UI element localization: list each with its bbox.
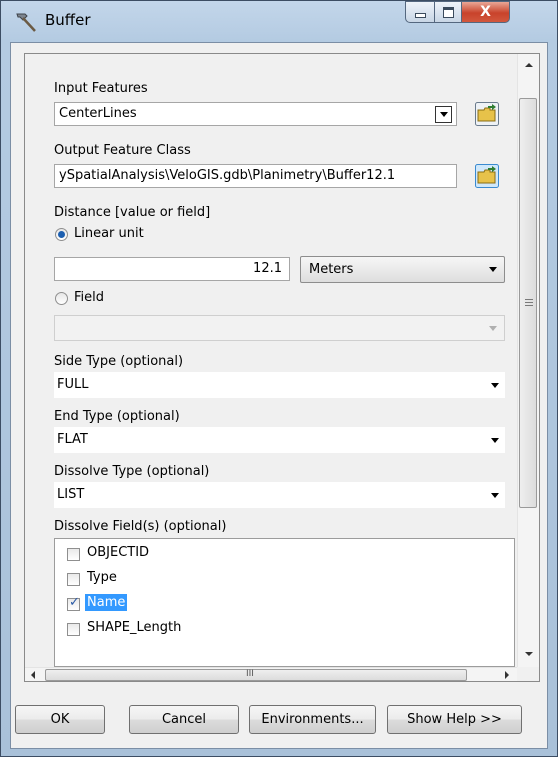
- parameters-pane: Input Features CenterLines Output Featur…: [24, 53, 540, 682]
- maximize-icon: [442, 6, 454, 18]
- input-features-dropdown-button[interactable]: [435, 106, 452, 123]
- end-type-value: FLAT: [57, 432, 88, 447]
- scroll-up-icon[interactable]: [525, 63, 533, 67]
- buffer-window: Buffer X Input Features CenterLines Outp…: [0, 0, 558, 757]
- show-help-button[interactable]: Show Help >>: [387, 705, 522, 734]
- dialog-client-area: Input Features CenterLines Output Featur…: [10, 42, 548, 749]
- field-label: Field: [74, 290, 105, 305]
- title-bar[interactable]: Buffer X: [1, 1, 557, 41]
- scroll-right-icon[interactable]: [505, 671, 509, 679]
- side-type-select[interactable]: FULL: [54, 372, 505, 398]
- output-feature-class-label: Output Feature Class: [54, 143, 191, 158]
- dissolve-type-select[interactable]: LIST: [54, 482, 505, 508]
- cancel-button[interactable]: Cancel: [129, 705, 239, 734]
- ok-button[interactable]: OK: [15, 705, 105, 734]
- hammer-tool-icon: [16, 13, 36, 32]
- distance-value-input[interactable]: 12.1: [54, 257, 290, 281]
- distance-value: 12.1: [253, 261, 282, 276]
- list-item[interactable]: SHAPE_Length: [87, 620, 181, 635]
- scrollbar-corner: [517, 667, 539, 681]
- distance-label: Distance [value or field]: [54, 205, 211, 220]
- end-type-select[interactable]: FLAT: [54, 427, 505, 453]
- scroll-down-icon[interactable]: [525, 652, 533, 656]
- list-item[interactable]: OBJECTID: [87, 545, 149, 560]
- dissolve-type-value: LIST: [57, 487, 85, 502]
- chevron-down-icon: [491, 493, 499, 498]
- grip-icon: III: [246, 669, 254, 679]
- window-title: Buffer: [45, 11, 91, 29]
- scroll-left-icon[interactable]: [31, 671, 35, 679]
- vertical-scrollbar[interactable]: [517, 54, 539, 667]
- chevron-down-icon: [439, 112, 448, 117]
- dissolve-type-label: Dissolve Type (optional): [54, 464, 210, 479]
- minimize-icon: [414, 12, 426, 18]
- name-checkbox[interactable]: ✓: [67, 595, 80, 611]
- list-item[interactable]: Type: [87, 570, 117, 585]
- linear-unit-value: Meters: [309, 262, 354, 277]
- grip-icon: [525, 299, 533, 300]
- type-checkbox[interactable]: [67, 573, 80, 586]
- input-features-combobox[interactable]: CenterLines: [54, 102, 457, 126]
- browse-folder-icon[interactable]: [475, 102, 499, 126]
- dissolve-fields-list[interactable]: OBJECTID Type ✓ Name SHAPE_Length: [54, 538, 515, 667]
- close-button[interactable]: X: [461, 1, 510, 23]
- side-type-label: Side Type (optional): [54, 354, 184, 369]
- chevron-down-icon: [491, 383, 499, 388]
- parameters-content: Input Features CenterLines Output Featur…: [25, 54, 517, 667]
- input-features-label: Input Features: [54, 81, 148, 96]
- checkmark-icon: ✓: [69, 595, 80, 610]
- chevron-down-icon: [489, 326, 497, 331]
- end-type-label: End Type (optional): [54, 409, 180, 424]
- environments-button[interactable]: Environments...: [249, 705, 376, 734]
- maximize-button[interactable]: [434, 1, 462, 23]
- vertical-scroll-thumb[interactable]: [519, 98, 537, 508]
- output-feature-class-value: ySpatialAnalysis\VeloGIS.gdb\Planimetry\…: [59, 168, 396, 183]
- field-select: [54, 315, 505, 341]
- shape-length-checkbox[interactable]: [67, 623, 80, 636]
- side-type-value: FULL: [57, 377, 89, 392]
- radio-selected-dot: [58, 231, 65, 238]
- output-feature-class-field[interactable]: ySpatialAnalysis\VeloGIS.gdb\Planimetry\…: [54, 164, 457, 188]
- close-icon: X: [480, 4, 491, 20]
- chevron-down-icon: [491, 438, 499, 443]
- dissolve-fields-label: Dissolve Field(s) (optional): [54, 519, 227, 534]
- input-features-value: CenterLines: [59, 106, 137, 121]
- horizontal-scroll-thumb[interactable]: III: [45, 669, 467, 681]
- objectid-checkbox[interactable]: [67, 548, 80, 561]
- chevron-down-icon: [489, 267, 497, 272]
- browse-folder-icon[interactable]: [475, 164, 499, 188]
- linear-unit-radio[interactable]: [55, 228, 68, 241]
- minimize-button[interactable]: [405, 1, 435, 23]
- linear-unit-label: Linear unit: [74, 226, 144, 241]
- field-radio[interactable]: [55, 292, 68, 305]
- linear-unit-select[interactable]: Meters: [300, 256, 505, 283]
- list-item-selected[interactable]: Name: [85, 594, 128, 611]
- horizontal-scrollbar[interactable]: III: [25, 667, 517, 681]
